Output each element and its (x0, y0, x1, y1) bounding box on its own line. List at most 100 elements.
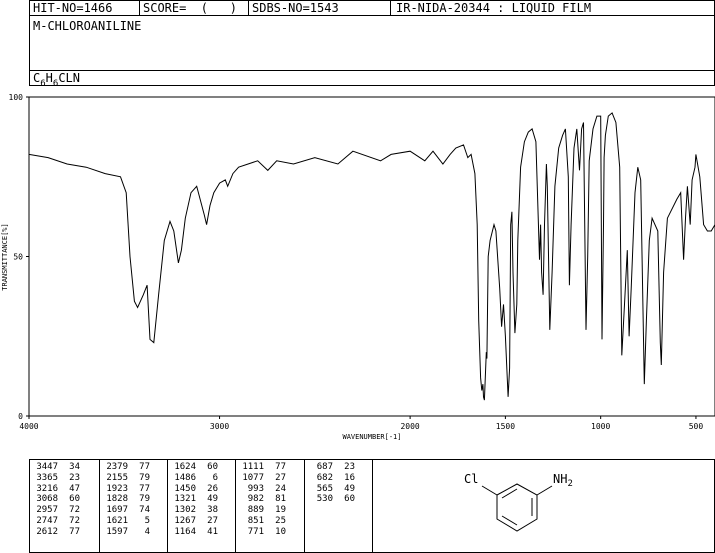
peak-row: 1624 60 (168, 462, 218, 473)
peak-transmittance: 4 (144, 526, 150, 537)
peak-wavenumber: 771 (247, 526, 264, 537)
peak-row: 1111 77 (236, 462, 286, 473)
peak-row: 2612 77 (30, 527, 80, 538)
x-tick-label: 1000 (591, 422, 610, 431)
peak-row: 1077 27 (236, 473, 286, 484)
x-tick-label: 4000 (19, 422, 38, 431)
peak-transmittance: 16 (344, 472, 355, 483)
peak-row: 2155 79 (100, 473, 150, 484)
peak-column: 1624 60 1486 6 1450 26 1321 49 1302 38 1267 27 1164 4… (168, 462, 218, 538)
peak-row: 1302 38 (168, 505, 218, 516)
x-axis-label: WAVENUMBER[-1] (342, 433, 401, 441)
molecular-structure: Cl NH2 (464, 472, 573, 532)
peak-wavenumber: 1164 (174, 526, 196, 537)
spectrum-series-line (28, 112, 715, 401)
peak-wavenumber: 982 (247, 494, 264, 505)
peak-wavenumber: 1321 (174, 494, 196, 505)
peak-row: 565 49 (305, 484, 355, 495)
peak-row: 1621 5 (100, 516, 150, 527)
peak-wavenumber: 1828 (106, 494, 128, 505)
peak-transmittance: 41 (207, 526, 218, 537)
peak-transmittance: 49 (344, 483, 355, 494)
peak-wavenumber: 2957 (36, 505, 58, 516)
peak-row: 1321 49 (168, 494, 218, 505)
peak-row: 2747 72 (30, 516, 80, 527)
peak-column: 2379 77 2155 79 1923 77 1828 79 1697 74 1621 5 1597 4 (100, 462, 150, 538)
peak-wavenumber: 1267 (174, 515, 196, 526)
peak-column: 3447 34 3365 23 3216 47 3068 60 2957 72 2747 72 2612… (30, 462, 80, 538)
peak-row: 1450 26 (168, 484, 218, 495)
y-tick-label: 100 (9, 93, 24, 102)
peak-transmittance: 77 (69, 526, 80, 537)
peak-wavenumber: 993 (247, 483, 264, 494)
benzene-ring (481, 483, 553, 532)
peak-row: 1597 4 (100, 527, 150, 538)
peak-wavenumber: 1077 (242, 472, 264, 483)
x-tick-label: 3000 (210, 422, 229, 431)
peak-wavenumber: 1621 (106, 515, 128, 526)
peak-wavenumber: 1486 (174, 472, 196, 483)
peak-transmittance: 72 (69, 505, 80, 516)
peak-wavenumber: 682 (316, 472, 333, 483)
peak-row: 530 60 (305, 494, 355, 505)
x-axis-ticks: 4000 3000 2000 1500 1000 500 (19, 416, 703, 431)
peak-transmittance: 5 (144, 515, 150, 526)
peak-transmittance: 27 (207, 515, 218, 526)
amine-h-count: 2 (567, 479, 572, 489)
peak-row: 993 24 (236, 484, 286, 495)
x-tick-label: 1500 (496, 422, 515, 431)
peak-wavenumber: 1450 (174, 483, 196, 494)
peak-transmittance: 77 (139, 483, 150, 494)
peak-row: 889 19 (236, 505, 286, 516)
bond-to-cl (481, 485, 498, 496)
peak-transmittance: 77 (275, 462, 286, 472)
peak-row: 3068 60 (30, 494, 80, 505)
peak-wavenumber: 2379 (106, 462, 128, 472)
peak-row: 982 81 (236, 494, 286, 505)
peak-wavenumber: 2155 (106, 472, 128, 483)
peak-transmittance: 25 (275, 515, 286, 526)
peak-row: 3447 34 (30, 462, 80, 473)
peak-transmittance: 23 (69, 472, 80, 483)
peak-row: 682 16 (305, 473, 355, 484)
x-tick-label: 2000 (400, 422, 419, 431)
peak-transmittance: 10 (275, 526, 286, 537)
y-tick-label: 0 (18, 412, 23, 421)
peak-transmittance: 77 (139, 462, 150, 472)
y-tick-label: 50 (13, 253, 23, 262)
peak-transmittance: 26 (207, 483, 218, 494)
peak-wavenumber: 1624 (174, 462, 196, 472)
amine-nh: NH (553, 472, 567, 486)
bond-to-nh2 (536, 485, 553, 496)
peak-row: 687 23 (305, 462, 355, 473)
peak-transmittance: 19 (275, 505, 286, 516)
peak-wavenumber: 3216 (36, 483, 58, 494)
x-tick-label: 500 (689, 422, 704, 431)
chlorine-label: Cl (464, 472, 478, 486)
peak-transmittance: 81 (275, 494, 286, 505)
peak-wavenumber: 1302 (174, 505, 196, 516)
peak-row: 3365 23 (30, 473, 80, 484)
peak-transmittance: 47 (69, 483, 80, 494)
peak-row: 1697 74 (100, 505, 150, 516)
peak-wavenumber: 1111 (242, 462, 264, 472)
peak-transmittance: 34 (69, 462, 80, 472)
peak-row: 1267 27 (168, 516, 218, 527)
peak-wavenumber: 889 (247, 505, 264, 516)
y-axis-ticks: 0 50 100 (9, 93, 29, 421)
peak-row: 1828 79 (100, 494, 150, 505)
peak-transmittance: 6 (212, 472, 218, 483)
peak-row: 2379 77 (100, 462, 150, 473)
peak-column: 687 23 682 16 565 49 530 60 (305, 462, 355, 505)
peak-wavenumber: 2747 (36, 515, 58, 526)
peak-transmittance: 79 (139, 472, 150, 483)
peak-row: 2957 72 (30, 505, 80, 516)
peak-wavenumber: 565 (316, 483, 333, 494)
peak-wavenumber: 530 (316, 494, 333, 505)
peak-wavenumber: 1697 (106, 505, 128, 516)
peak-wavenumber: 851 (247, 515, 264, 526)
peak-row: 1164 41 (168, 527, 218, 538)
plot-frame (28, 96, 715, 417)
peak-transmittance: 72 (69, 515, 80, 526)
peak-wavenumber: 1597 (106, 526, 128, 537)
